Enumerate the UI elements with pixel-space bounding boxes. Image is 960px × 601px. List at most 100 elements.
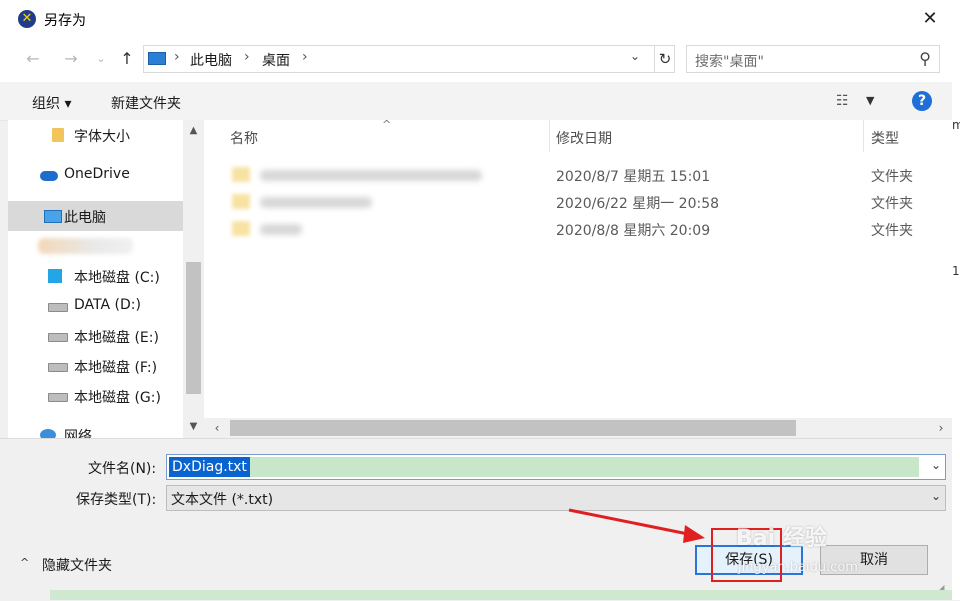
nav-item-drive-d[interactable]: DATA (D:) — [8, 291, 183, 321]
nav-item-label: DATA (D:) — [74, 297, 141, 313]
close-button[interactable]: ✕ — [912, 4, 948, 34]
nav-item-label: 字体大小 — [74, 129, 130, 145]
organize-button[interactable]: 组织 ▾ — [32, 93, 71, 113]
nav-item-label: 本地磁盘 (G:) — [74, 390, 161, 406]
blurred-name — [260, 170, 482, 181]
breadcrumb-separator-icon[interactable]: › — [174, 49, 180, 65]
horizontal-scrollbar[interactable]: ‹ › — [204, 418, 952, 438]
drive-icon — [48, 393, 68, 402]
view-options-icon[interactable]: ☷ — [836, 93, 849, 109]
nav-item-label: 本地磁盘 (E:) — [74, 330, 159, 346]
nav-item-label: 此电脑 — [64, 210, 106, 226]
nav-item-label: 网络 — [64, 429, 92, 438]
nav-item-blurred[interactable] — [8, 230, 183, 260]
blurred-item — [38, 238, 133, 254]
address-dropdown-icon[interactable]: ⌄ — [630, 49, 640, 63]
new-folder-button[interactable]: 新建文件夹 — [111, 93, 181, 113]
filename-dropdown-icon[interactable]: ⌄ — [931, 458, 941, 472]
breadcrumb-separator-icon[interactable]: › — [302, 49, 308, 65]
column-header-date[interactable]: 修改日期 — [556, 128, 612, 148]
file-list: ^ 名称 修改日期 类型 2020/8/7 星期五 15:01 文件夹 2020… — [204, 120, 952, 420]
folder-icon — [232, 167, 250, 182]
nav-item-this-pc[interactable]: 此电脑 — [8, 201, 183, 231]
view-dropdown-icon[interactable]: ▼ — [866, 94, 874, 107]
table-row[interactable]: 2020/8/8 星期六 20:09 文件夹 — [204, 216, 952, 243]
computer-icon — [148, 52, 166, 65]
folder-icon — [232, 194, 250, 209]
scroll-down-icon[interactable]: ▼ — [183, 418, 204, 436]
network-icon — [40, 429, 56, 438]
filename-value[interactable]: DxDiag.txt — [169, 457, 250, 477]
cloud-icon — [40, 171, 58, 181]
table-row[interactable]: 2020/6/22 星期一 20:58 文件夹 — [204, 189, 952, 216]
column-divider[interactable] — [549, 120, 550, 152]
scrollbar-thumb[interactable] — [230, 420, 796, 436]
nav-scrollbar[interactable]: ▲ ▼ — [183, 120, 204, 438]
up-arrow-icon[interactable]: ↑ — [116, 48, 138, 70]
filetype-label: 保存类型(T): — [76, 492, 157, 508]
filename-label: 文件名(N): — [88, 461, 157, 477]
nav-item-onedrive[interactable]: OneDrive — [8, 160, 183, 190]
search-icon[interactable]: ⚲ — [919, 49, 931, 68]
filetype-select[interactable]: 文本文件 (*.txt) ⌄ — [166, 485, 946, 511]
sort-ascending-icon: ^ — [382, 120, 392, 131]
table-row[interactable]: 2020/8/7 星期五 15:01 文件夹 — [204, 162, 952, 189]
nav-item-drive-e[interactable]: 本地磁盘 (E:) — [8, 321, 183, 351]
scroll-right-icon[interactable]: › — [932, 419, 950, 437]
computer-icon — [44, 210, 62, 223]
folder-icon — [52, 128, 64, 142]
drive-icon — [48, 363, 68, 372]
scrollbar-thumb[interactable] — [186, 262, 201, 394]
search-placeholder: 搜索"桌面" — [695, 54, 764, 70]
row-type: 文件夹 — [871, 169, 913, 185]
nav-item-label: 本地磁盘 (F:) — [74, 360, 158, 376]
row-type: 文件夹 — [871, 196, 913, 212]
row-date: 2020/8/7 星期五 15:01 — [556, 169, 711, 185]
chevron-up-icon[interactable]: ^ — [20, 556, 29, 569]
hide-folders-toggle[interactable]: 隐藏文件夹 — [42, 555, 112, 575]
breadcrumb-separator-icon[interactable]: › — [244, 49, 250, 65]
filetype-value: 文本文件 (*.txt) — [171, 492, 274, 508]
row-date: 2020/8/8 星期六 20:09 — [556, 223, 711, 239]
row-type: 文件夹 — [871, 223, 913, 239]
watermark-logo: Bai 经验 — [736, 526, 827, 551]
filename-field-fill — [225, 457, 919, 477]
nav-item-drive-f[interactable]: 本地磁盘 (F:) — [8, 351, 183, 381]
help-icon[interactable]: ? — [912, 91, 932, 111]
windows-drive-icon — [48, 269, 62, 283]
folder-icon — [232, 221, 250, 236]
address-bar[interactable]: › 此电脑 › 桌面 › ⌄ — [143, 45, 675, 73]
filetype-dropdown-icon[interactable]: ⌄ — [931, 489, 941, 503]
navigation-pane: 字体大小 OneDrive 此电脑 本地磁盘 (C:) DATA (D:) 本地… — [8, 120, 204, 438]
filename-field[interactable]: DxDiag.txt ⌄ — [166, 454, 946, 480]
refresh-icon[interactable]: ↻ — [654, 45, 675, 73]
row-date: 2020/6/22 星期一 20:58 — [556, 196, 720, 212]
breadcrumb-this-pc[interactable]: 此电脑 — [190, 50, 232, 70]
recent-locations-chevron-icon[interactable]: ⌄ — [90, 48, 112, 70]
forward-arrow-icon[interactable]: → — [60, 48, 82, 70]
watermark-url: jingyan.baidu.com — [738, 560, 858, 575]
drive-icon — [48, 303, 68, 312]
back-arrow-icon[interactable]: ← — [22, 48, 44, 70]
title-bar — [0, 0, 952, 38]
annotation-arrow-icon — [568, 508, 705, 543]
breadcrumb-desktop[interactable]: 桌面 — [262, 50, 290, 70]
column-header-name[interactable]: 名称 — [230, 128, 258, 148]
window-title: 另存为 — [44, 13, 86, 29]
nav-item-font-size[interactable]: 字体大小 — [8, 120, 183, 150]
scroll-left-icon[interactable]: ‹ — [208, 419, 226, 437]
nav-item-label: 本地磁盘 (C:) — [74, 270, 160, 286]
nav-item-network[interactable]: 网络 — [8, 420, 183, 438]
nav-item-drive-c[interactable]: 本地磁盘 (C:) — [8, 261, 183, 291]
blurred-name — [260, 224, 302, 235]
app-icon: ✕ — [18, 10, 36, 28]
nav-item-label: OneDrive — [64, 166, 130, 182]
column-header-type[interactable]: 类型 — [871, 128, 899, 148]
background-window-edge — [50, 590, 952, 600]
blurred-name — [260, 197, 372, 208]
background-window-edge: m 1 — [952, 0, 960, 600]
column-divider[interactable] — [863, 120, 864, 152]
scroll-up-icon[interactable]: ▲ — [183, 122, 204, 140]
nav-item-drive-g[interactable]: 本地磁盘 (G:) — [8, 381, 183, 411]
search-input[interactable]: 搜索"桌面" ⚲ — [686, 45, 940, 73]
